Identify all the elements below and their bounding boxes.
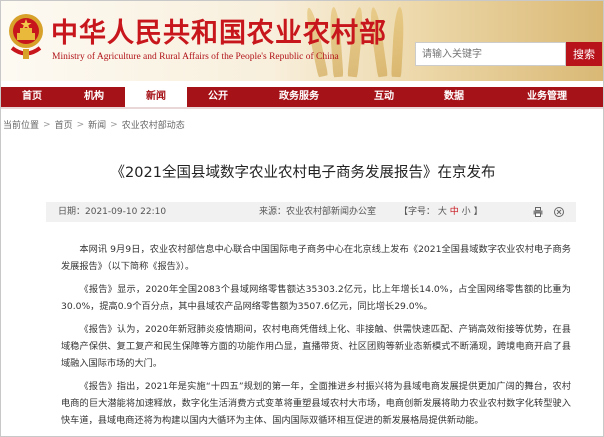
nav-item-services[interactable]: 政务服务 (249, 87, 349, 107)
font-size-medium[interactable]: 中 (450, 207, 459, 217)
breadcrumb-ministry-news[interactable]: 农业农村部动态 (122, 118, 185, 131)
font-size-small[interactable]: 小 (462, 207, 471, 217)
font-size-suffix: 】 (473, 207, 483, 217)
main-nav: 首页 机构 新闻 公开 政务服务 互动 数据 业务管理 (1, 87, 603, 107)
nav-divider (1, 107, 603, 109)
site-header: 中华人民共和国农业农村部 Ministry of Agriculture and… (1, 1, 603, 81)
search-button[interactable]: 搜索 (566, 42, 602, 66)
breadcrumb-label: 当前位置 (3, 121, 40, 131)
breadcrumb: 当前位置 > 首页 > 新闻 > 农业农村部动态 (3, 118, 185, 132)
breadcrumb-home[interactable]: 首页 (55, 118, 73, 131)
breadcrumb-separator: > (76, 119, 85, 130)
breadcrumb-news[interactable]: 新闻 (88, 118, 106, 131)
article-paragraph: 本网讯 9月9日，农业农村部信息中心联合中国国际电子商务中心在北京线上发布《20… (61, 244, 571, 272)
article-title: 《2021全国县域数字农业农村电子商务发展报告》在京发布 (110, 165, 496, 181)
font-size-large[interactable]: 大 (438, 207, 447, 217)
article-source: 来源：农业农村部新闻办公室 (259, 207, 377, 217)
article-body: 本网讯 9月9日，农业农村部信息中心联合中国国际电子商务中心在北京线上发布《20… (61, 241, 571, 435)
close-icon[interactable] (554, 207, 564, 217)
nav-item-news[interactable]: 新闻 (125, 87, 187, 107)
breadcrumb-separator: > (43, 119, 51, 130)
font-size-controls: 【字号： 大 中 小 】 (399, 202, 483, 222)
font-size-prefix: 【字号： (399, 207, 436, 217)
article-meta: 日期：2021-09-10 22:10 来源：农业农村部新闻办公室 【字号： 大… (46, 202, 576, 222)
nav-item-home[interactable]: 首页 (1, 87, 63, 107)
site-title[interactable]: 中华人民共和国农业农村部 (51, 11, 387, 50)
nav-item-business[interactable]: 业务管理 (489, 87, 603, 107)
page-frame: 中华人民共和国农业农村部 Ministry of Agriculture and… (0, 0, 604, 437)
nav-item-organizations[interactable]: 机构 (63, 87, 125, 107)
site-subtitle: Ministry of Agriculture and Rural Affair… (52, 52, 339, 62)
article-paragraph: 《报告》认为，2020年新冠肺炎疫情期间，农村电商凭借线上化、非接触、供需快速匹… (61, 324, 571, 369)
wheat-decoration (391, 6, 405, 78)
search-input[interactable] (415, 42, 566, 66)
nav-item-data[interactable]: 数据 (419, 87, 489, 107)
print-icon[interactable] (533, 207, 543, 217)
nav-item-public[interactable]: 公开 (187, 87, 249, 107)
article-date: 日期：2021-09-10 22:10 (58, 207, 167, 217)
breadcrumb-separator: > (110, 119, 118, 130)
nav-item-interaction[interactable]: 互动 (349, 87, 419, 107)
national-emblem-icon[interactable] (7, 11, 45, 63)
article-paragraph: 《报告》显示，2020年全国2083个县域网络零售额达35303.2亿元，比上年… (61, 284, 571, 312)
article-paragraph: 《报告》指出，2021年是实施“十四五”规划的第一年，全面推进乡村振兴将为县域电… (61, 381, 571, 426)
